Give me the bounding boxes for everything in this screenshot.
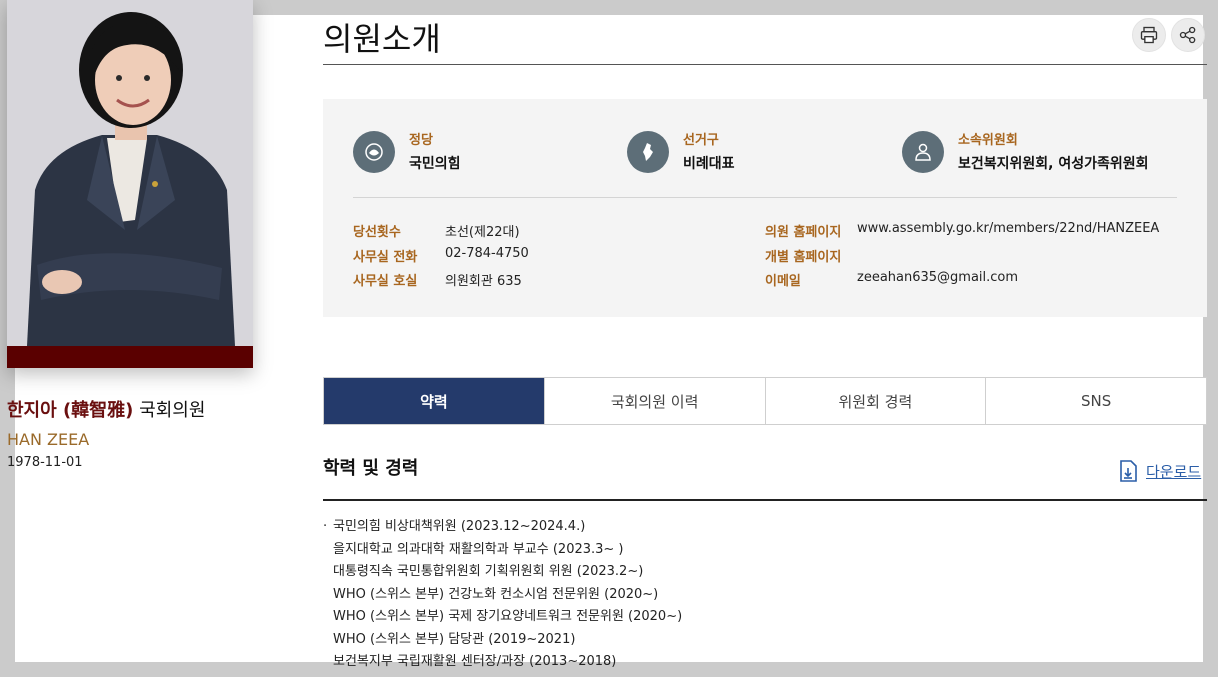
room-label: 사무실 호실 xyxy=(353,274,418,289)
terms-label: 당선횟수 xyxy=(353,225,401,240)
homepage-row: 의원 홈페이지 www.assembly.go.kr/members/22nd/… xyxy=(765,221,1159,240)
career-item: 국민의힘 비상대책위원 (2023.12~2024.4.) xyxy=(323,516,1207,539)
phone-label: 사무실 전화 xyxy=(353,250,418,265)
member-info-box: 정당 국민의힘 선거구 비례대표 소속위원회 보건복지위원회, 여성가족위원회 … xyxy=(323,99,1207,317)
district-label: 선거구 xyxy=(683,133,719,148)
career-item: WHO (스위스 본부) 담당관 (2019~2021) xyxy=(333,631,576,647)
committee-value: 보건복지위원회, 여성가족위원회 xyxy=(958,156,1149,172)
career-item: WHO (스위스 본부) 국제 장기요양네트워크 전문위원 (2020~) xyxy=(333,609,683,624)
tab-assembly-history[interactable]: 국회의원 이력 xyxy=(543,378,765,424)
tab-sns[interactable]: SNS xyxy=(985,378,1206,424)
phone-row: 사무실 전화 02-784-4750 xyxy=(353,246,529,265)
career-item: WHO (스위스 본부) 건강노화 컨소시엄 전문위원 (2020~) xyxy=(333,586,659,602)
career-item: 을지대학교 의과대학 재활의학과 부교수 (2023.3~ ) xyxy=(333,541,624,557)
party-emblem-icon xyxy=(353,131,395,173)
download-button[interactable]: 다운로드 xyxy=(1118,460,1201,482)
terms-value: 초선(제22대) xyxy=(445,225,520,240)
email-link[interactable]: zeeahan635@gmail.com xyxy=(857,270,1018,285)
email-label: 이메일 xyxy=(765,274,801,289)
party-value: 국민의힘 xyxy=(409,156,461,172)
room-value: 의원회관 635 xyxy=(445,274,522,289)
share-button[interactable] xyxy=(1171,18,1205,52)
party-label: 정당 xyxy=(409,133,433,148)
share-icon xyxy=(1179,26,1196,44)
terms-row: 당선횟수 초선(제22대) xyxy=(353,221,520,240)
member-birthdate: 1978-11-01 xyxy=(7,455,83,470)
map-icon xyxy=(627,131,669,173)
district-value: 비례대표 xyxy=(683,156,735,172)
career-item: 보건복지부 국립재활원 센터장/과장 (2013~2018) xyxy=(333,654,617,669)
room-row: 사무실 호실 의원회관 635 xyxy=(353,270,522,289)
person-icon xyxy=(902,131,944,173)
profile-photo xyxy=(7,0,253,368)
member-portrait-image xyxy=(7,0,253,368)
member-name-english: HAN ZEEA xyxy=(7,430,90,449)
personal-homepage-row: 개별 홈페이지 xyxy=(765,246,841,265)
committee-label: 소속위원회 xyxy=(958,133,1018,148)
member-name-korean: 한지아 (韓智雅) xyxy=(7,400,134,421)
member-name: 한지아 (韓智雅) 국회의원 xyxy=(7,396,205,422)
email-row: 이메일 zeeahan635@gmail.com xyxy=(765,270,1018,289)
tab-biography[interactable]: 약력 xyxy=(324,378,544,424)
homepage-label: 의원 홈페이지 xyxy=(765,225,842,240)
career-list: 국민의힘 비상대책위원 (2023.12~2024.4.) 을지대학교 의과대학… xyxy=(323,516,1207,674)
career-item: 대통령직속 국민통합위원회 기획위원회 위원 (2023.2~) xyxy=(333,564,644,579)
career-divider xyxy=(323,499,1207,501)
career-section-title: 학력 및 경력 xyxy=(323,458,419,479)
member-title: 국회의원 xyxy=(139,400,206,421)
print-button[interactable] xyxy=(1132,18,1166,52)
profile-tabs: 약력 국회의원 이력 위원회 경력 SNS xyxy=(323,377,1207,425)
photo-bottom-bar xyxy=(7,346,253,368)
download-file-icon xyxy=(1120,460,1137,482)
download-label: 다운로드 xyxy=(1146,462,1202,481)
info-divider xyxy=(353,197,1177,198)
title-divider xyxy=(323,64,1207,65)
homepage-link[interactable]: www.assembly.go.kr/members/22nd/HANZEEA xyxy=(857,221,1159,236)
page-title: 의원소개 xyxy=(323,20,441,58)
personal-homepage-label: 개별 홈페이지 xyxy=(765,250,842,265)
tab-committee-history[interactable]: 위원회 경력 xyxy=(764,378,986,424)
phone-value: 02-784-4750 xyxy=(445,246,529,261)
print-icon xyxy=(1140,26,1158,44)
